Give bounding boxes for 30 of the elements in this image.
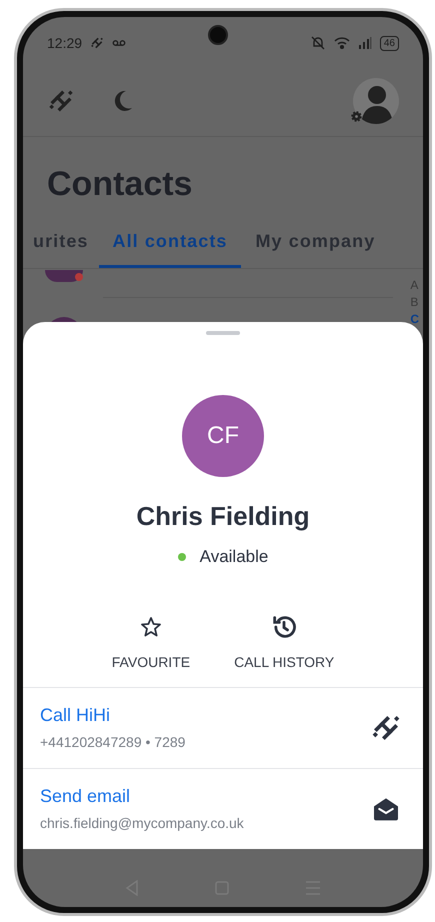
voicemail-icon [112, 38, 126, 48]
profile-avatar[interactable] [353, 78, 399, 124]
method-detail: +441202847289 • 7289 [40, 733, 186, 752]
tab[interactable]: urites [23, 228, 98, 268]
action-button[interactable]: CALL HISTORY [234, 612, 334, 672]
method-title: Call HiHi [40, 704, 112, 727]
page-title: Contacts [47, 165, 192, 203]
presence-status: Available [200, 546, 268, 568]
avatar-initials: CF [207, 421, 239, 451]
contact-name: Chris Fielding [136, 500, 310, 533]
tab[interactable]: My company [241, 228, 390, 268]
tab[interactable]: All contacts [98, 228, 242, 268]
logo-icon [90, 36, 104, 50]
wifi-icon [334, 37, 350, 49]
status-time: 12:29 [47, 34, 82, 52]
moon-icon [113, 90, 133, 112]
contact-method-row[interactable]: Send email chris.fielding@mycompany.co.uk [23, 768, 423, 848]
battery-indicator: 46 [380, 36, 399, 50]
contact-method-row[interactable]: Call HiHi +441202847289 • 7289 [23, 686, 423, 768]
muted-bell-icon [310, 36, 326, 50]
signal-icon [358, 37, 372, 49]
method-detail: chris.fielding@mycompany.co.uk [40, 814, 244, 833]
contact-avatar [45, 270, 83, 282]
star-icon [138, 614, 163, 638]
drag-handle[interactable] [206, 331, 240, 335]
action-button[interactable]: FAVOURITE [112, 612, 190, 672]
index-letter[interactable]: C [410, 311, 419, 327]
method-title: Send email [40, 785, 132, 808]
camera-icon [208, 25, 228, 45]
gear-icon [351, 110, 362, 122]
